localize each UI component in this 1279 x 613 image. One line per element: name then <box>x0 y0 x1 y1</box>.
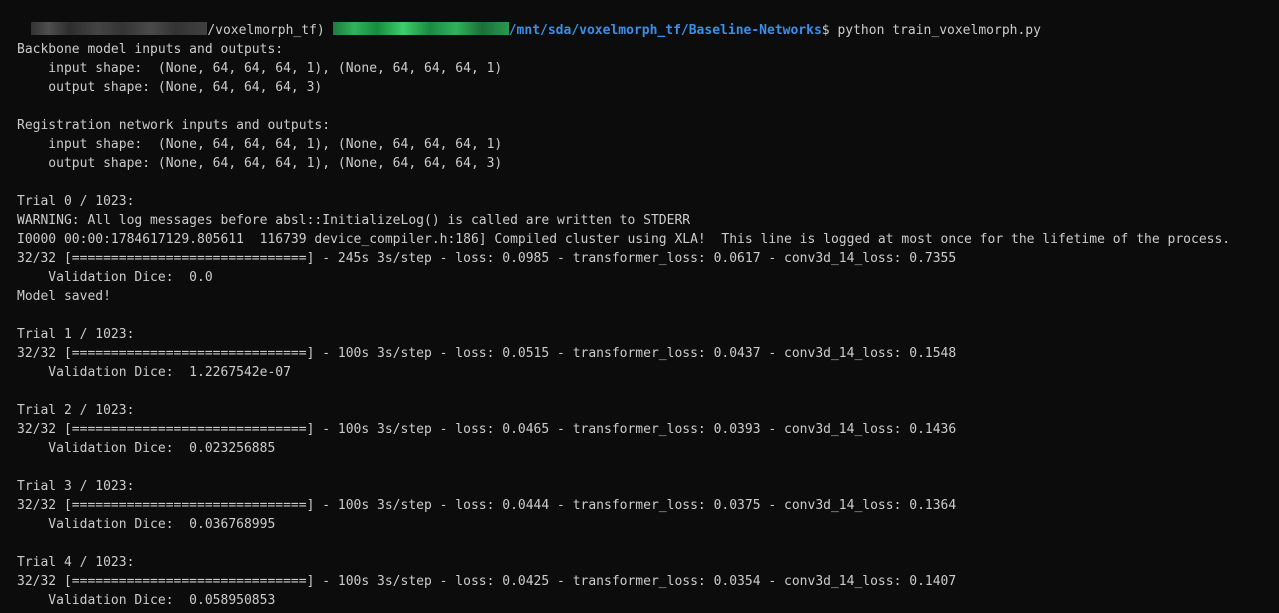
output-line: input shape: (None, 64, 64, 64, 1), (Non… <box>17 61 503 76</box>
output-line: output shape: (None, 64, 64, 64, 3) <box>17 80 323 95</box>
prompt-cwd-tail: /voxelmorph_tf) <box>207 23 325 38</box>
shell-prompt-line: /voxelmorph_tf) /mnt/sda/voxelmorph_tf/Ba… <box>0 2 1279 38</box>
terminal-output: Backbone model inputs and outputs: input… <box>0 21 1279 610</box>
output-line: Validation Dice: 0.0 <box>17 270 213 285</box>
output-line: input shape: (None, 64, 64, 64, 1), (Non… <box>17 137 503 152</box>
command-text: python train_voxelmorph.py <box>837 23 1041 38</box>
output-line: Registration network inputs and outputs: <box>17 118 331 133</box>
output-line: I0000 00:00:1784617129.805611 116739 dev… <box>17 232 1231 247</box>
output-line: Validation Dice: 0.036768995 <box>17 517 276 532</box>
prompt-symbol: $ <box>821 23 838 38</box>
output-line: 32/32 [==============================] -… <box>17 574 957 589</box>
output-line: Trial 3 / 1023: <box>17 479 135 494</box>
output-line: Trial 1 / 1023: <box>17 327 135 342</box>
output-line: Trial 0 / 1023: <box>17 194 135 209</box>
output-line: 32/32 [==============================] -… <box>17 422 957 437</box>
output-line: 32/32 [==============================] -… <box>17 251 957 266</box>
output-line: 32/32 [==============================] -… <box>17 498 957 513</box>
output-line: Backbone model inputs and outputs: <box>17 42 284 57</box>
terminal-window[interactable]: /voxelmorph_tf) /mnt/sda/voxelmorph_tf/Ba… <box>0 0 1279 613</box>
output-line: Validation Dice: 1.2267542e-07 <box>17 365 291 380</box>
output-line: Validation Dice: 0.058950853 <box>17 593 276 608</box>
redacted-username <box>31 22 208 35</box>
output-line: output shape: (None, 64, 64, 64, 1), (No… <box>17 156 503 171</box>
output-line: Model saved! <box>17 289 111 304</box>
output-line: Validation Dice: 0.023256885 <box>17 441 276 456</box>
prompt-path: /mnt/sda/voxelmorph_tf/Baseline-Networks <box>508 23 822 38</box>
redacted-hostname <box>332 22 509 35</box>
output-line: 32/32 [==============================] -… <box>17 346 957 361</box>
output-line: Trial 2 / 1023: <box>17 403 135 418</box>
output-line: Trial 4 / 1023: <box>17 555 135 570</box>
output-line: WARNING: All log messages before absl::I… <box>17 213 691 228</box>
